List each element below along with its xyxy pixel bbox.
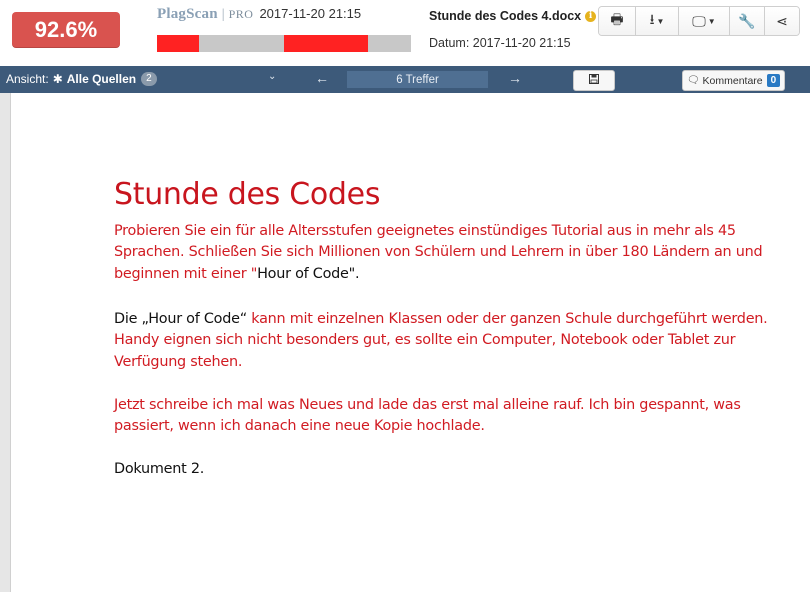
report-date: 2017-11-20 21:15 <box>259 6 362 21</box>
share-icon: ⋖ <box>776 12 788 29</box>
download-button[interactable]: ⭳ ▼ <box>636 7 679 35</box>
hits-counter[interactable]: 6 Treffer <box>347 71 488 88</box>
brand-edition: PRO <box>228 7 254 21</box>
paragraph-1: Probieren Sie ein für alle Altersstufen … <box>114 221 779 285</box>
document-heading: Stunde des Codes <box>114 177 381 212</box>
brand: PlagScan | PRO 2017-11-20 21:15 <box>157 6 361 28</box>
match-segment[interactable] <box>157 35 199 52</box>
comments-button[interactable]: 🗨 Kommentare 0 <box>682 70 785 91</box>
view-toolbar: Ansicht: ✱ Alle Quellen 2 ⌄ ← 6 Treffer … <box>0 66 810 93</box>
match-distribution-bar[interactable] <box>157 35 411 52</box>
document-viewer[interactable]: Stunde des Codes Probieren Sie ein für a… <box>0 93 810 592</box>
monitor-icon: 🖵 <box>692 12 706 29</box>
paragraph-4: Dokument 2. <box>114 461 205 477</box>
printer-icon: 🖶 <box>610 11 624 27</box>
info-icon[interactable]: i <box>585 10 597 22</box>
document-page: Stunde des Codes Probieren Sie ein für a… <box>10 93 810 592</box>
plagscan-logo: PlagScan <box>157 6 218 22</box>
source-filter[interactable]: Ansicht: ✱ Alle Quellen 2 <box>6 72 157 86</box>
document-date: Datum: 2017-11-20 21:15 <box>429 36 571 50</box>
plagiarism-score-badge[interactable]: 92.6% <box>12 12 120 48</box>
arrow-left-icon[interactable]: ← <box>315 70 329 86</box>
unmatched-text: Hour of Code <box>257 265 349 282</box>
download-icon: ⭳ <box>649 11 655 27</box>
sources-count-badge: 2 <box>141 72 157 86</box>
comment-bubble-icon: 🗨 <box>686 75 700 86</box>
asterisk-icon: ✱ <box>52 72 63 86</box>
print-button[interactable]: 🖶 <box>599 7 636 35</box>
paragraph-3: Jetzt schreibe ich mal was Neues und lad… <box>114 395 779 438</box>
matched-text[interactable]: Probieren Sie ein für alle Altersstufen … <box>114 223 763 282</box>
share-button[interactable]: ⋖ <box>765 7 799 35</box>
wrench-icon: 🔧 <box>738 12 756 29</box>
document-title: Stunde des Codes 4.docx i <box>429 9 597 23</box>
sources-label: Alle Quellen <box>66 72 137 86</box>
header-bar: 92.6% PlagScan | PRO 2017-11-20 21:15 St… <box>0 0 810 66</box>
paragraph-2: Die „Hour of Code“ kann mit einzelnen Kl… <box>114 309 779 373</box>
floppy-disk-icon <box>589 74 599 87</box>
display-button[interactable]: 🖵 ▼ <box>679 7 730 35</box>
save-button[interactable] <box>573 70 615 91</box>
brand-separator: | <box>221 7 225 22</box>
comments-count-badge: 0 <box>766 74 781 87</box>
caret-down-icon: ▼ <box>656 16 665 26</box>
unmatched-text: ". <box>348 265 360 282</box>
comments-label: Kommentare <box>702 74 763 87</box>
arrow-right-icon[interactable]: → <box>508 70 522 86</box>
unmatched-text: Die „Hour of Code“ <box>114 311 247 327</box>
document-title-text: Stunde des Codes 4.docx <box>429 9 582 23</box>
settings-button[interactable]: 🔧 <box>730 7 765 35</box>
chevron-down-icon[interactable]: ⌄ <box>268 71 276 82</box>
caret-down-icon: ▼ <box>707 16 716 26</box>
action-button-group: 🖶 ⭳ ▼ 🖵 ▼ 🔧 ⋖ <box>598 6 800 36</box>
match-segment[interactable] <box>284 35 368 52</box>
view-label: Ansicht: <box>6 72 49 86</box>
matched-text[interactable]: Jetzt schreibe ich mal was Neues und lad… <box>114 397 741 434</box>
